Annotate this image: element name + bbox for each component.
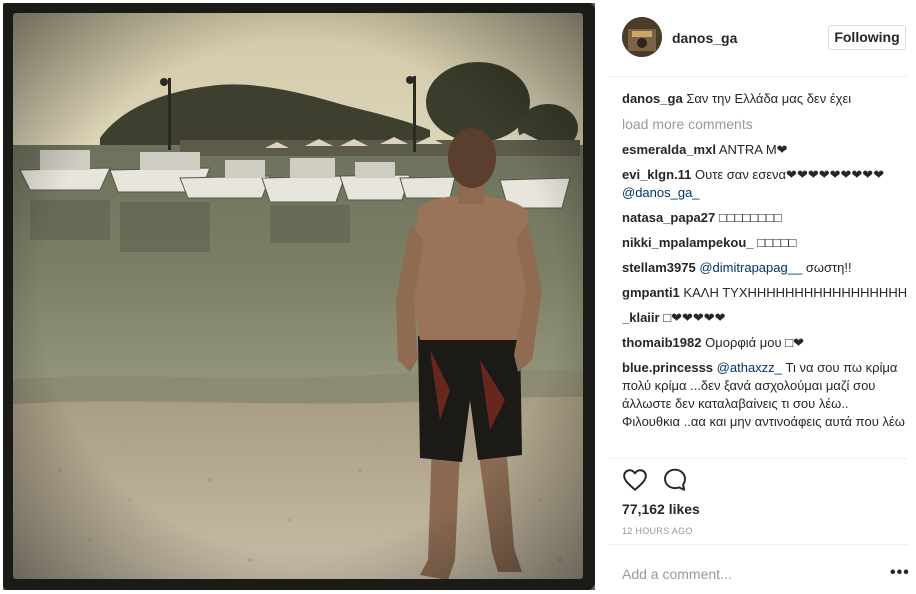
caption-username[interactable]: danos_ga — [622, 91, 683, 106]
following-button[interactable]: Following — [828, 25, 906, 50]
load-more-comments-link[interactable]: load more comments — [622, 115, 908, 133]
like-count[interactable]: 77,162 likes — [622, 501, 700, 517]
comment-username[interactable]: evi_klgn.11 — [622, 167, 691, 182]
list-item: stellam3975 @dimitrapapag__ σωστη!! — [622, 259, 908, 277]
comment-text: □❤❤❤❤❤ — [663, 310, 726, 325]
comment-text: Ομορφιά μου □❤ — [705, 335, 804, 350]
list-item: evi_klgn.11 Ουτε σαν εσενα❤❤❤❤❤❤❤❤❤ @dan… — [622, 166, 908, 202]
comments-list: danos_ga Σαν την Ελλάδα μας δεν έχει loa… — [622, 90, 908, 458]
comment-mention[interactable]: @dimitrapapag__ — [699, 260, 802, 275]
comment-username[interactable]: thomaib1982 — [622, 335, 701, 350]
comment-text: σωστη!! — [805, 260, 852, 275]
list-item: blue.princesss @athaxzz_ Τι να σου πω κρ… — [622, 359, 908, 431]
comment-mention[interactable]: @athaxzz_ — [717, 360, 782, 375]
list-item: gmpanti1 ΚΑΛΗ ΤΥΧΗΗΗΗΗΗΗΗΗΗΗΗΗΗΗΗΗ — [622, 284, 908, 302]
post-header: danos_ga Following — [608, 0, 908, 77]
heart-outline-icon[interactable] — [622, 467, 648, 493]
comment-username[interactable]: blue.princesss — [622, 360, 713, 375]
speech-bubble-icon[interactable] — [662, 467, 688, 493]
caption-text: Σαν την Ελλάδα μας δεν έχει — [686, 91, 852, 106]
list-item: _klaiir □❤❤❤❤❤ — [622, 309, 908, 327]
comment-mention[interactable]: @danos_ga_ — [622, 185, 700, 200]
add-comment-input[interactable]: Add a comment... — [622, 566, 732, 582]
post-sidebar: danos_ga Following danos_ga Σαν την Ελλά… — [608, 0, 916, 593]
comment-username[interactable]: natasa_papa27 — [622, 210, 715, 225]
comment-username[interactable]: esmeralda_mxl — [622, 142, 716, 157]
avatar-image — [622, 17, 662, 57]
list-item: nikki_mpalampekou_ □□□□□ — [622, 234, 908, 252]
more-options-icon[interactable]: ••• — [890, 564, 910, 582]
comment-text: Ουτε σαν εσενα❤❤❤❤❤❤❤❤❤ — [695, 167, 885, 182]
post-image — [0, 0, 598, 593]
comment-username[interactable]: gmpanti1 — [622, 285, 680, 300]
list-item: natasa_papa27 □□□□□□□□ — [622, 209, 908, 227]
comment-text: □□□□□ — [757, 235, 797, 250]
comment-text: ΚΑΛΗ ΤΥΧΗΗΗΗΗΗΗΗΗΗΗΗΗΗΗΗΗ — [683, 285, 908, 300]
comment-text: □□□□□□□□ — [718, 210, 782, 225]
comment-username[interactable]: stellam3975 — [622, 260, 696, 275]
post-actions: 77,162 likes 12 HOURS AGO — [608, 458, 908, 549]
post-timestamp: 12 HOURS AGO — [622, 526, 693, 536]
comment-text: ANTRA M❤ — [718, 142, 788, 157]
post-username[interactable]: danos_ga — [672, 30, 737, 46]
comment-username[interactable]: nikki_mpalampekou_ — [622, 235, 754, 250]
avatar[interactable] — [622, 17, 662, 57]
list-item: esmeralda_mxl ANTRA M❤ — [622, 141, 908, 159]
caption: danos_ga Σαν την Ελλάδα μας δεν έχει — [622, 90, 908, 108]
list-item: thomaib1982 Ομορφιά μου □❤ — [622, 334, 908, 352]
add-comment-bar: Add a comment... ••• — [608, 544, 910, 594]
comment-username[interactable]: _klaiir — [622, 310, 660, 325]
post-photo[interactable] — [0, 0, 598, 593]
